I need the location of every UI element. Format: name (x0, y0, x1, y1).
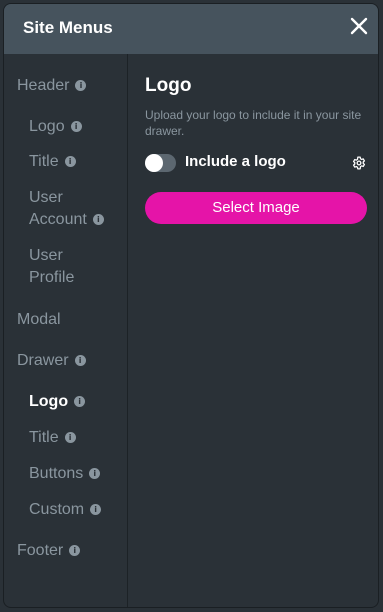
info-icon[interactable]: i (64, 432, 76, 443)
sidebar-item-header-title[interactable]: Title i (29, 151, 76, 173)
select-image-button[interactable]: Select Image (145, 192, 367, 224)
section-description: Upload your logo to include it in your s… (145, 108, 362, 138)
sidebar-item-label: User (29, 189, 63, 206)
sidebar-item-drawer[interactable]: Drawer i (17, 350, 86, 372)
sidebar-item-header[interactable]: Header i (17, 75, 87, 97)
info-icon[interactable]: i (92, 214, 104, 225)
sidebar-item-label: User (29, 247, 63, 264)
info-icon[interactable]: i (69, 545, 81, 556)
sidebar-nav: Header i Logo i Title i User Account i User … (4, 54, 128, 607)
section-heading: Logo (145, 75, 192, 96)
info-icon[interactable]: i (64, 156, 76, 167)
include-logo-toggle[interactable] (145, 154, 176, 172)
sidebar-item-drawer-buttons[interactable]: Buttons i (29, 463, 101, 485)
info-icon[interactable]: i (89, 468, 101, 479)
sidebar-item-user-profile[interactable]: User Profile (29, 245, 74, 289)
sidebar-item-label: Logo (29, 393, 69, 410)
toggle-knob (145, 154, 163, 172)
sidebar-item-drawer-logo[interactable]: Logo i (29, 391, 86, 413)
sidebar-item-label: Title (29, 429, 59, 446)
sidebar-item-user-account[interactable]: User Account i (29, 187, 104, 231)
close-button[interactable] (348, 15, 370, 37)
sidebar-item-header-logo[interactable]: Logo i (29, 116, 82, 138)
info-icon[interactable]: i (90, 504, 102, 515)
info-icon[interactable]: i (74, 396, 86, 407)
sidebar-item-label: Profile (29, 269, 75, 286)
close-icon (350, 17, 368, 35)
settings-button[interactable] (352, 156, 366, 170)
sidebar-item-label: Logo (29, 118, 65, 135)
sidebar-item-label: Header (17, 77, 70, 94)
info-icon[interactable]: i (70, 121, 82, 132)
sidebar-item-label: Footer (17, 542, 64, 559)
sidebar-item-drawer-title[interactable]: Title i (29, 427, 76, 449)
gear-icon (352, 156, 366, 170)
sidebar-item-label: Custom (29, 501, 85, 518)
panel-title: Site Menus (23, 18, 113, 37)
sidebar-item-label: Buttons (29, 465, 84, 482)
content-pane: Logo Upload your logo to include it in y… (128, 54, 378, 607)
include-logo-label: Include a logo (185, 153, 286, 170)
sidebar-item-label: Title (29, 153, 59, 170)
sidebar-item-label: Modal (17, 311, 61, 328)
sidebar-item-drawer-custom[interactable]: Custom i (29, 499, 102, 521)
site-menus-panel: Site Menus Header i Logo i Title i User Acc… (3, 3, 379, 608)
sidebar-item-label: Drawer (17, 352, 69, 369)
sidebar-item-label: Account (29, 211, 87, 228)
info-icon[interactable]: i (75, 80, 87, 91)
sidebar-item-modal[interactable]: Modal (17, 309, 61, 331)
info-icon[interactable]: i (74, 355, 86, 366)
sidebar-item-footer[interactable]: Footer i (17, 540, 81, 562)
panel-header: Site Menus (4, 4, 378, 54)
